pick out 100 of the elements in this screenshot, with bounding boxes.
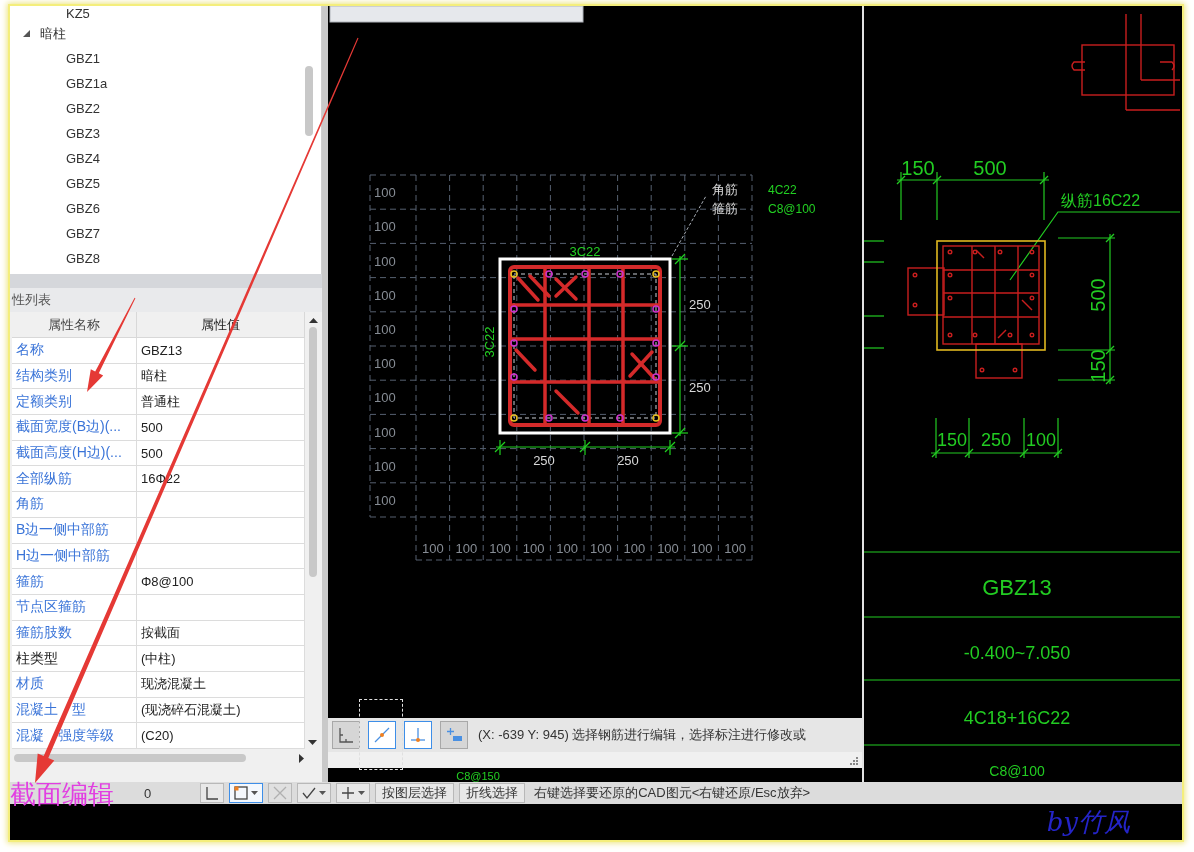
plus-bar-icon (446, 727, 462, 743)
scrollbar-thumb[interactable] (305, 66, 313, 136)
property-name: 定额类别 (12, 389, 137, 416)
property-name: 截面高度(H边)(... (12, 440, 137, 467)
grid-label: 100 (374, 390, 396, 406)
tree-item[interactable]: GBZ6 (10, 196, 321, 221)
table-cell: C8@100 (989, 763, 1045, 779)
leader-line (671, 195, 707, 257)
grid-label: 100 (589, 541, 612, 556)
tool-button[interactable] (297, 783, 332, 803)
tree-item[interactable]: GBZ8 (10, 246, 321, 271)
grid-label: 100 (489, 541, 511, 556)
grid-label: 100 (623, 541, 646, 556)
rebar-dot[interactable] (545, 270, 553, 278)
arrow-up-icon[interactable] (308, 318, 318, 323)
arrow-down-icon[interactable] (308, 740, 317, 745)
rebar-dot[interactable] (652, 270, 660, 278)
scrollbar-thumb[interactable] (14, 754, 246, 762)
rebar-spec: 4C22 (768, 183, 797, 197)
snap-button[interactable] (368, 721, 396, 749)
tool-button[interactable] (336, 783, 371, 803)
tree-item[interactable]: GBZ3 (10, 121, 321, 146)
grid-label: 100 (421, 541, 444, 556)
rebar-dot[interactable] (510, 305, 518, 313)
dimension-label: 250 (689, 297, 711, 312)
drawing-canvas[interactable]: 100 100 100 100 100 100 100 100 100 100 100 100 100 100 100 100 100 100 100 100 3C22 3C22 250 250 250 250 角筋 4C22 箍筋 C8@100 (328, 6, 862, 718)
tree-item[interactable]: 暗柱 (10, 21, 321, 46)
select-button[interactable]: 按图层选择 (375, 783, 455, 803)
tree-item[interactable]: GBZ1a (10, 71, 321, 96)
property-name: B边一侧中部筋 (12, 517, 137, 544)
tool-button[interactable] (229, 783, 264, 803)
resize-grip-icon[interactable] (849, 755, 858, 765)
diagonal-line-icon (374, 727, 390, 743)
property-name: 角筋 (12, 492, 137, 518)
rebar-label: 纵筋16C22 (1061, 192, 1141, 209)
rebar-dot[interactable] (652, 305, 660, 313)
grid-label: 100 (374, 424, 396, 440)
column-section-drawing[interactable] (498, 257, 672, 435)
rebar-dot[interactable] (510, 373, 518, 381)
property-value[interactable]: 按截面 (137, 620, 305, 647)
rebar-dot[interactable] (652, 373, 660, 381)
grid-label: 100 (374, 287, 396, 303)
grid-label: 100 (724, 541, 747, 556)
table-cell: GBZ13 (982, 575, 1052, 600)
tree-item[interactable]: GBZ5 (10, 171, 321, 196)
grid-label: 100 (374, 492, 396, 508)
grid-label: 100 (690, 541, 713, 556)
rebar-dot[interactable] (510, 339, 518, 347)
tree-item[interactable]: GBZ4 (10, 146, 321, 171)
rebar-dot[interactable] (581, 414, 589, 422)
rebar-dot[interactable] (545, 414, 553, 422)
cross-icon (273, 786, 288, 800)
collapse-icon[interactable] (23, 30, 30, 37)
property-value[interactable]: 现浇混凝土 (137, 671, 305, 698)
table-cell: 4C18+16C22 (963, 708, 1071, 728)
grid-label: 100 (522, 541, 545, 556)
property-name: 全部纵筋 (12, 466, 137, 493)
tree-item[interactable]: GBZ2 (10, 96, 321, 121)
plus-icon (341, 786, 356, 800)
dimension-label: 150 (901, 157, 935, 179)
scrollbar-thumb[interactable] (309, 327, 317, 577)
snap-button[interactable] (332, 721, 360, 749)
caption-text: 截面编辑 (10, 779, 114, 809)
tree-item[interactable]: KZ5 (10, 6, 321, 21)
rebar-dot[interactable] (652, 339, 660, 347)
perpendicular-icon (410, 727, 426, 743)
tool-button[interactable] (200, 783, 225, 803)
property-value[interactable]: Φ8@100 (137, 569, 305, 595)
rebar-dot[interactable] (616, 270, 624, 278)
property-value[interactable]: (中柱) (137, 646, 305, 672)
dimension-label: 100 (1026, 430, 1056, 450)
rebar-label[interactable]: 3C22 (482, 326, 497, 358)
callout-label: 箍筋 (712, 201, 738, 216)
arrow-right-icon[interactable] (299, 753, 304, 763)
corner-icon (205, 786, 220, 800)
grid-label: 100 (556, 541, 579, 556)
dimension-label: 500 (1087, 278, 1109, 312)
rebar-dot[interactable] (581, 270, 589, 278)
dimension-label: 500 (973, 157, 1007, 179)
tree-item[interactable]: GBZ1 (10, 46, 321, 71)
tree-item[interactable]: GBZ7 (10, 221, 321, 246)
property-value[interactable]: (现浇碎石混凝土) (137, 697, 305, 724)
grid-label: 100 (374, 253, 396, 269)
rebar-spec: C8@150 (456, 770, 500, 782)
square-icon (234, 786, 249, 800)
select-button[interactable]: 折线选择 (459, 783, 526, 803)
rebar-dot[interactable] (616, 414, 624, 422)
dimension-label: 250 (689, 380, 711, 395)
cad-drawing-canvas[interactable]: 150 500 纵筋16C22 500 150 150 250 100 GBZ13 -0.400~7.050 4C18+16C22 C8@100 (864, 6, 1180, 782)
grid-label: 100 (374, 356, 396, 372)
rebar-dot[interactable] (510, 270, 518, 278)
rebar-dot[interactable] (652, 414, 660, 422)
table-cell: -0.400~7.050 (963, 643, 1071, 663)
dimension-label: 150 (1087, 349, 1109, 383)
count-value: 0 (144, 785, 152, 801)
rebar-dot[interactable] (510, 414, 518, 422)
snap-button[interactable] (404, 721, 432, 749)
grid-label: 100 (374, 321, 396, 337)
rebar-label[interactable]: 3C22 (569, 244, 601, 259)
dimension-label: 250 (533, 453, 555, 468)
